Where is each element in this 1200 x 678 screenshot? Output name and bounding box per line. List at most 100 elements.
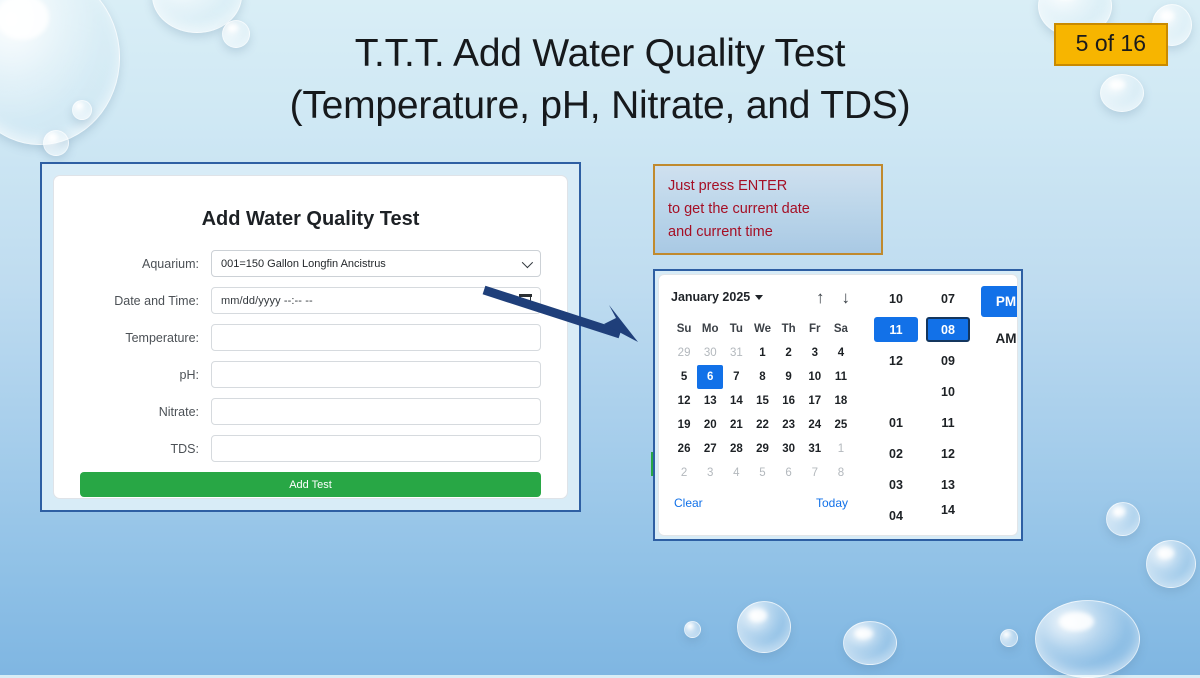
calendar-day[interactable]: 2 xyxy=(671,461,697,485)
calendar-day[interactable]: 20 xyxy=(697,413,723,437)
nitrate-input[interactable] xyxy=(211,398,541,425)
meridiem-option-selected[interactable]: PM xyxy=(981,286,1017,317)
calendar-day[interactable]: 6 xyxy=(776,461,802,485)
calendar-day[interactable]: 5 xyxy=(749,461,775,485)
field-row-nitrate: Nitrate: xyxy=(80,398,541,425)
calendar-day[interactable]: 8 xyxy=(749,365,775,389)
add-test-button[interactable]: Add Test xyxy=(80,472,541,497)
hour-column: 10 11 12 01 02 03 04 xyxy=(870,286,922,535)
hour-option[interactable]: 03 xyxy=(874,472,918,497)
calendar-day[interactable]: 26 xyxy=(671,437,697,461)
weekday-label: Fr xyxy=(809,323,821,335)
hour-option[interactable]: 12 xyxy=(874,348,918,373)
page-title-line-2: (Temperature, pH, Nitrate, and TDS) xyxy=(289,84,911,127)
calendar-day[interactable]: 19 xyxy=(671,413,697,437)
calendar-day[interactable]: 9 xyxy=(776,365,802,389)
calendar-day[interactable]: 25 xyxy=(828,413,854,437)
calendar-day[interactable]: 1 xyxy=(749,341,775,365)
datetime-picker-panel: January 2025 ↑ ↓ Su Mo Tu We Th Fr Sa 29… xyxy=(653,269,1023,541)
calendar-day[interactable]: 5 xyxy=(671,365,697,389)
minute-option[interactable]: 11 xyxy=(926,410,970,435)
field-row-tds: TDS: xyxy=(80,435,541,462)
calendar-day[interactable]: 12 xyxy=(671,389,697,413)
tds-label: TDS: xyxy=(170,441,199,456)
calendar-day[interactable]: 3 xyxy=(802,341,828,365)
calendar-day[interactable]: 7 xyxy=(723,365,749,389)
water-bubble-icon xyxy=(1146,540,1196,588)
calendar-day[interactable]: 29 xyxy=(671,341,697,365)
calendar-day[interactable]: 11 xyxy=(828,365,854,389)
weekday-header-row: Su Mo Tu We Th Fr Sa xyxy=(671,317,854,341)
hint-line-1: Just press ENTER xyxy=(668,178,788,194)
calendar-day[interactable]: 27 xyxy=(697,437,723,461)
minute-option-selected[interactable]: 08 xyxy=(926,317,970,342)
field-row-temperature: Temperature: xyxy=(80,324,541,351)
minute-option[interactable]: 09 xyxy=(926,348,970,373)
calendar-day[interactable]: 23 xyxy=(776,413,802,437)
month-year-label[interactable]: January 2025 xyxy=(671,290,750,304)
calendar-day[interactable]: 1 xyxy=(828,437,854,461)
calendar-day[interactable]: 17 xyxy=(802,389,828,413)
tds-input[interactable] xyxy=(211,435,541,462)
calendar-day[interactable]: 31 xyxy=(802,437,828,461)
calendar-day[interactable]: 29 xyxy=(749,437,775,461)
weekday-label: We xyxy=(753,323,772,335)
calendar-day[interactable]: 7 xyxy=(802,461,828,485)
calendar-day[interactable]: 30 xyxy=(776,437,802,461)
calendar-footer: Clear Today xyxy=(671,489,854,510)
clear-link[interactable]: Clear xyxy=(674,496,703,510)
nitrate-label: Nitrate: xyxy=(158,404,199,419)
next-month-arrow-icon[interactable]: ↓ xyxy=(842,289,851,306)
minute-option[interactable]: 14 xyxy=(926,503,970,517)
water-bubble-icon xyxy=(684,621,701,638)
minute-option[interactable]: 10 xyxy=(926,379,970,404)
water-bubble-icon xyxy=(843,621,897,665)
calendar-day[interactable]: 4 xyxy=(828,341,854,365)
month-dropdown-caret-icon[interactable] xyxy=(755,294,764,300)
hour-option[interactable]: 01 xyxy=(874,410,918,435)
calendar-day[interactable]: 3 xyxy=(697,461,723,485)
calendar-day[interactable]: 2 xyxy=(776,341,802,365)
aquarium-label: Aquarium: xyxy=(142,256,199,271)
hint-line-2: to get the current date xyxy=(668,201,810,217)
calendar-day[interactable]: 24 xyxy=(802,413,828,437)
calendar-day[interactable]: 15 xyxy=(749,389,775,413)
ph-input[interactable] xyxy=(211,361,541,388)
calendar-day[interactable]: 22 xyxy=(749,413,775,437)
previous-month-arrow-icon[interactable]: ↑ xyxy=(816,289,825,306)
minute-option[interactable]: 12 xyxy=(926,441,970,466)
water-bubble-icon xyxy=(1106,502,1140,536)
calendar-day-selected[interactable]: 6 xyxy=(697,365,724,389)
calendar-day[interactable]: 18 xyxy=(828,389,854,413)
calendar-day[interactable]: 4 xyxy=(723,461,749,485)
field-row-ph: pH: xyxy=(80,361,541,388)
calendar-week-row: 19 20 21 22 23 24 25 xyxy=(671,413,854,437)
minute-option[interactable]: 13 xyxy=(926,472,970,497)
page-title: T.T.T. Add Water Quality Test (Temperatu… xyxy=(0,28,1200,132)
hour-option[interactable]: 02 xyxy=(874,441,918,466)
calendar-day[interactable]: 14 xyxy=(723,389,749,413)
calendar-day[interactable]: 10 xyxy=(802,365,828,389)
calendar-day[interactable]: 30 xyxy=(697,341,723,365)
calendar-day[interactable]: 31 xyxy=(723,341,749,365)
calendar-day[interactable]: 21 xyxy=(723,413,749,437)
calendar-day[interactable]: 28 xyxy=(723,437,749,461)
date-and-time-label: Date and Time: xyxy=(114,293,199,308)
calendar-pane: January 2025 ↑ ↓ Su Mo Tu We Th Fr Sa 29… xyxy=(659,275,864,535)
calendar-day[interactable]: 13 xyxy=(697,389,723,413)
water-bubble-icon xyxy=(1000,629,1018,647)
calendar-day[interactable]: 16 xyxy=(776,389,802,413)
aquarium-select[interactable]: 001=150 Gallon Longfin Ancistrus xyxy=(211,250,541,277)
calendar-week-row: 26 27 28 29 30 31 1 xyxy=(671,437,854,461)
meridiem-option[interactable]: AM xyxy=(981,323,1017,354)
ph-label: pH: xyxy=(179,367,199,382)
minute-option[interactable]: 07 xyxy=(926,286,970,311)
hour-option[interactable]: 04 xyxy=(874,503,918,528)
chevron-down-icon xyxy=(521,256,534,268)
enter-key-hint-callout: Just press ENTER to get the current date… xyxy=(653,164,883,255)
field-row-aquarium: Aquarium: 001=150 Gallon Longfin Ancistr… xyxy=(80,250,541,277)
today-link[interactable]: Today xyxy=(816,496,848,510)
hour-option-selected[interactable]: 11 xyxy=(874,317,918,342)
hour-option[interactable]: 10 xyxy=(874,286,918,311)
calendar-day[interactable]: 8 xyxy=(828,461,854,485)
